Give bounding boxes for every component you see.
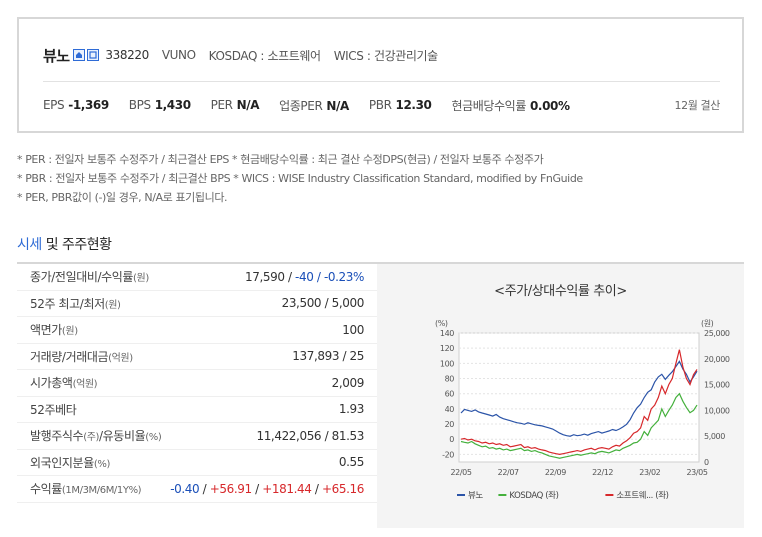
valuation-stats: EPS -1,369 BPS 1,430 PER N/A 업종PER N/A PBR 12… bbox=[43, 95, 720, 115]
left-tick-label: 60 bbox=[445, 390, 455, 399]
right-tick-label: 25,000 bbox=[704, 329, 730, 338]
legend-label: 뷰노 bbox=[468, 491, 483, 501]
price-chart: 140 120 100 80 60 40 20 0 -20 (%) (원)25,000 20,000 1… bbox=[435, 319, 730, 501]
legend-label: KOSDAQ (좌) bbox=[509, 491, 558, 501]
settlement-month: 12월 결산 bbox=[674, 99, 721, 112]
x-tick-label: 22/12 bbox=[592, 468, 613, 477]
stock-code: 338220 bbox=[105, 48, 149, 62]
left-unit-label: (%) bbox=[435, 319, 448, 328]
table-row: 거래량/거래대금(억원) 137,893 / 25 bbox=[17, 344, 377, 370]
stat-bps: BPS 1,430 bbox=[128, 98, 191, 112]
returns-value: -0.40 / +56.91 / +181.44 / +65.16 bbox=[170, 481, 364, 496]
table-row: 시가총액(억원) 2,009 bbox=[17, 370, 377, 397]
market-data-table: 종가/전일대비/수익률(원) 17,590 / -40 / -0.23% 52주… bbox=[17, 264, 377, 528]
table-row: 52주베타 1.93 bbox=[17, 397, 377, 423]
table-row: 종가/전일대비/수익률(원) 17,590 / -40 / -0.23% bbox=[17, 264, 377, 291]
right-tick-label: 15,000 bbox=[704, 381, 730, 390]
plot-area bbox=[458, 332, 700, 463]
left-tick-label: 0 bbox=[449, 435, 454, 444]
stat-dividend-yield: 현금배당수익률 0.00% bbox=[451, 98, 570, 113]
ir-icon[interactable] bbox=[87, 49, 100, 61]
x-tick-label: 22/05 bbox=[450, 468, 471, 477]
divider bbox=[43, 81, 720, 82]
x-tick-label: 22/07 bbox=[498, 468, 519, 477]
stat-per: PER N/A bbox=[210, 98, 260, 112]
left-tick-label: 40 bbox=[445, 405, 455, 414]
left-tick-label: 80 bbox=[445, 375, 455, 384]
right-tick-label: 20,000 bbox=[704, 355, 730, 364]
footnote: * PER : 전일자 보통주 수정주가 / 최근결산 EPS * 현금배당수익… bbox=[17, 153, 544, 166]
close-price-value: 17,590 / -40 / -0.23% bbox=[244, 269, 364, 284]
legend-label: 소프트웨... (좌) bbox=[616, 490, 668, 501]
right-tick-label: 10,000 bbox=[704, 406, 730, 415]
footnotes: * PER : 전일자 보통주 수정주가 / 최근결산 EPS * 현금배당수익… bbox=[17, 150, 583, 207]
stat-pbr: PBR 12.30 bbox=[368, 98, 432, 112]
footnote: * PBR : 전일자 보통주 수정주가 / 최근결산 BPS * WICS :… bbox=[17, 172, 583, 185]
right-tick-label: 0 bbox=[704, 458, 709, 467]
company-name: 뷰노 bbox=[43, 46, 70, 65]
company-english-name: VUNO bbox=[161, 48, 196, 62]
left-tick-label: 100 bbox=[440, 359, 454, 368]
left-tick-label: 120 bbox=[440, 344, 454, 353]
table-row: 발행주식수(주)/유동비율(%) 11,422,056 / 81.53 bbox=[17, 423, 377, 450]
section-title: 시세 및 주주현황 bbox=[17, 237, 112, 253]
table-row: 외국인지분율(%) 0.55 bbox=[17, 450, 377, 476]
table-row: 액면가(원) 100 bbox=[17, 317, 377, 344]
right-tick-label: 5,000 bbox=[704, 432, 725, 441]
market-data-panel: 종가/전일대비/수익률(원) 17,590 / -40 / -0.23% 52주… bbox=[17, 262, 744, 528]
homepage-icon[interactable] bbox=[73, 49, 86, 61]
x-tick-label: 23/02 bbox=[639, 468, 660, 477]
left-tick-label: 20 bbox=[445, 420, 455, 429]
footnote: * PER, PBR값이 (-)일 경우, N/A로 표기됩니다. bbox=[17, 191, 228, 204]
stat-sector-per: 업종PER N/A bbox=[279, 98, 349, 113]
stat-eps: EPS -1,369 bbox=[43, 98, 109, 112]
x-tick-label: 22/09 bbox=[545, 468, 566, 477]
company-summary-box: 뷰노 338220 VUNO KOSDAQ : 소프트웨어 WICS : 건강관… bbox=[17, 17, 744, 133]
left-tick-label: 140 bbox=[440, 329, 454, 338]
market-sector: KOSDAQ : 소프트웨어 bbox=[208, 48, 321, 63]
x-tick-label: 23/05 bbox=[686, 468, 707, 477]
price-chart-panel: <주가/상대수익률 추이> 140 120 100 80 60 40 20 0 -20 (%) (원… bbox=[377, 264, 744, 528]
table-row: 수익률(1M/3M/6M/1Y%) -0.40 / +56.91 / +181.… bbox=[17, 476, 377, 503]
right-unit-label: (원) bbox=[701, 319, 714, 328]
company-header: 뷰노 338220 VUNO KOSDAQ : 소프트웨어 WICS : 건강관… bbox=[43, 45, 451, 65]
wics-sector: WICS : 건강관리기술 bbox=[333, 48, 439, 63]
table-row: 52주 최고/최저(원) 23,500 / 5,000 bbox=[17, 291, 377, 317]
left-tick-label: -20 bbox=[442, 450, 454, 459]
